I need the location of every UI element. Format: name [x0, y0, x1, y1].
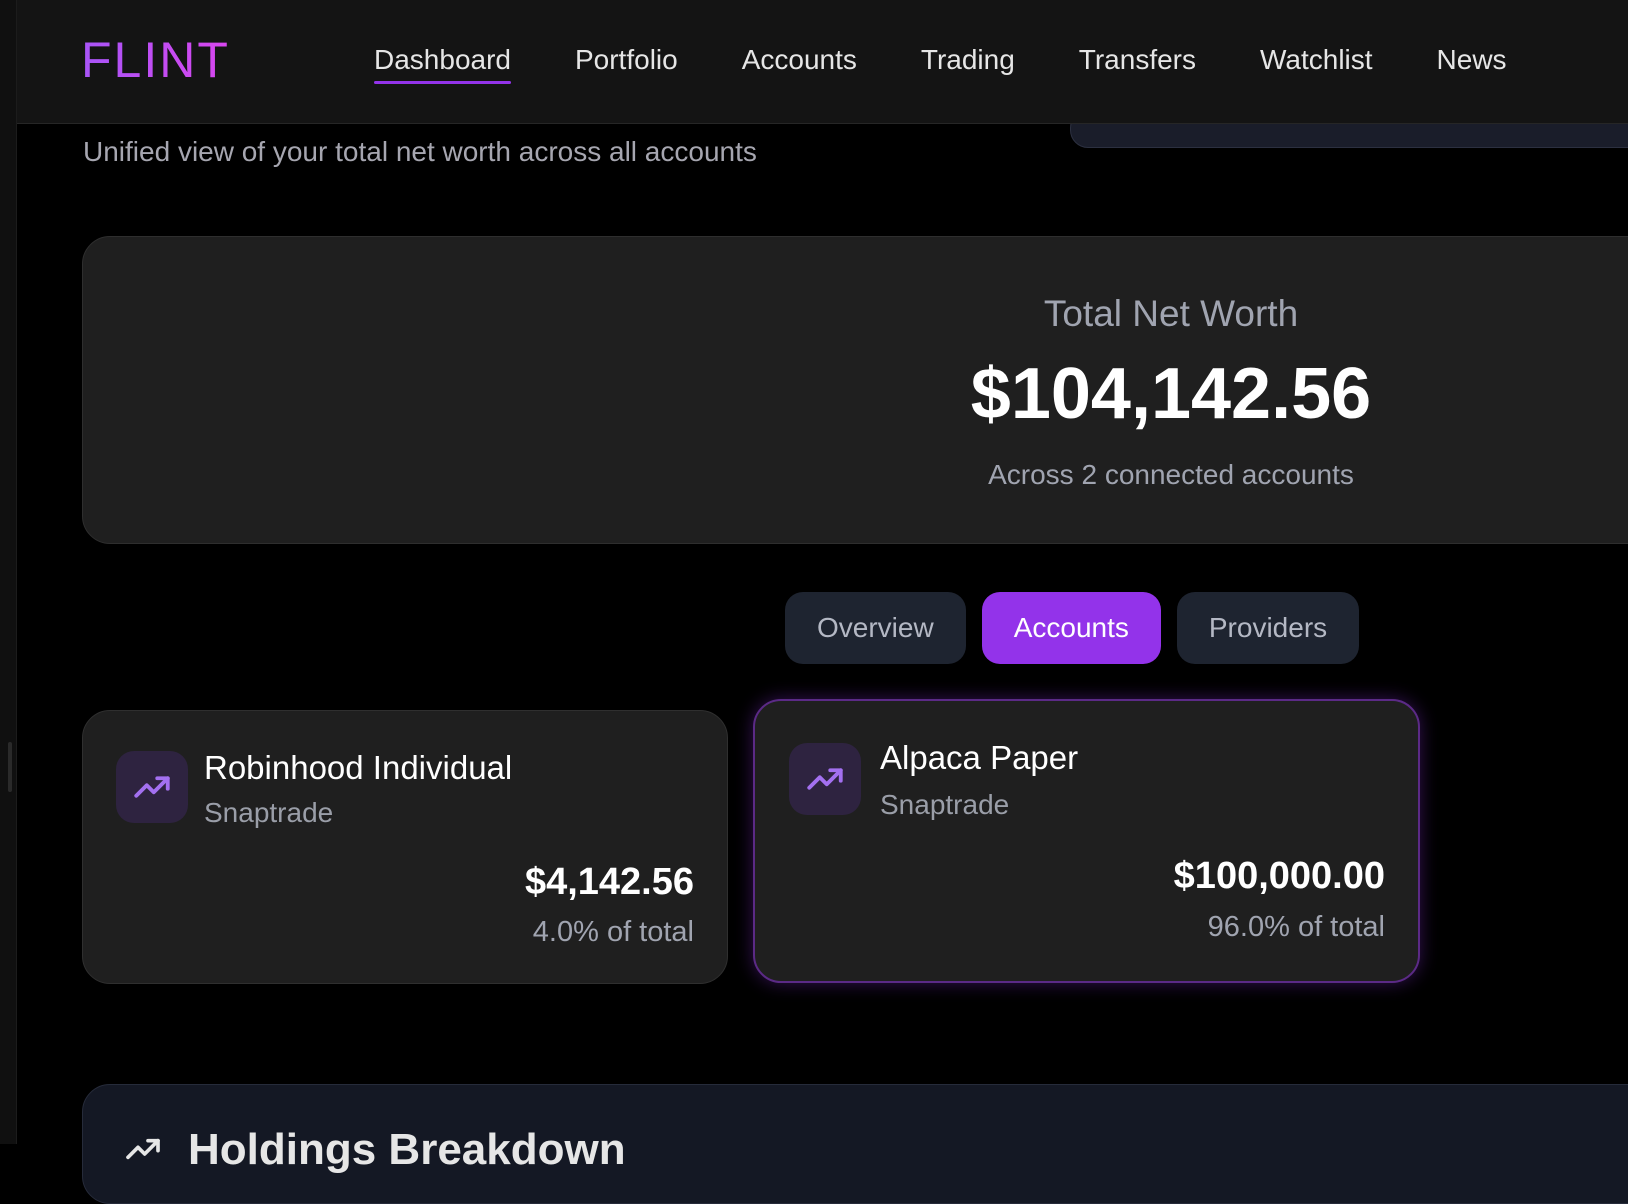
trending-up-icon — [789, 743, 861, 815]
account-card[interactable]: Alpaca Paper Snaptrade $100,000.00 96.0%… — [753, 699, 1420, 983]
account-percent: 4.0% of total — [532, 916, 694, 948]
trending-up-icon — [116, 751, 188, 823]
holdings-card: Holdings Breakdown — [82, 1084, 1628, 1204]
left-rail — [0, 0, 17, 1144]
net-worth-card: Total Net Worth $104,142.56 Across 2 con… — [82, 236, 1628, 544]
account-provider: Snaptrade — [204, 797, 334, 828]
resize-handle[interactable] — [8, 742, 12, 792]
nav-transfers[interactable]: Transfers — [1079, 40, 1196, 80]
nav-news[interactable]: News — [1437, 40, 1507, 80]
page-subtitle: Unified view of your total net worth acr… — [83, 136, 757, 167]
account-provider: Snaptrade — [880, 789, 1010, 820]
holdings-title: Holdings Breakdown — [188, 1125, 626, 1174]
account-value: $100,000.00 — [1173, 855, 1385, 897]
net-worth-value: $104,142.56 — [970, 354, 1372, 434]
brand-logo[interactable]: FLINT — [81, 30, 230, 90]
account-value: $4,142.56 — [524, 861, 694, 903]
top-navbar: FLINT Dashboard Portfolio Accounts Tradi… — [17, 0, 1628, 124]
net-worth-subtext: Across 2 connected accounts — [988, 459, 1354, 490]
tab-providers[interactable]: Providers — [1176, 592, 1360, 664]
main-nav: Dashboard Portfolio Accounts Trading Tra… — [374, 40, 1571, 84]
nav-dashboard[interactable]: Dashboard — [374, 40, 511, 84]
account-card[interactable]: Robinhood Individual Snaptrade $4,142.56… — [82, 710, 728, 984]
view-tabs: Overview Accounts Providers — [785, 592, 1360, 664]
nav-accounts[interactable]: Accounts — [742, 40, 857, 80]
net-worth-label: Total Net Worth — [1043, 293, 1299, 334]
tab-overview[interactable]: Overview — [785, 592, 966, 664]
nav-trading[interactable]: Trading — [921, 40, 1015, 80]
account-name: Robinhood Individual — [204, 749, 513, 786]
trending-up-icon — [123, 1129, 163, 1174]
nav-portfolio[interactable]: Portfolio — [575, 40, 678, 80]
account-percent: 96.0% of total — [1207, 911, 1385, 943]
nav-watchlist[interactable]: Watchlist — [1260, 40, 1373, 80]
account-name: Alpaca Paper — [880, 739, 1079, 776]
tab-accounts[interactable]: Accounts — [981, 592, 1161, 664]
